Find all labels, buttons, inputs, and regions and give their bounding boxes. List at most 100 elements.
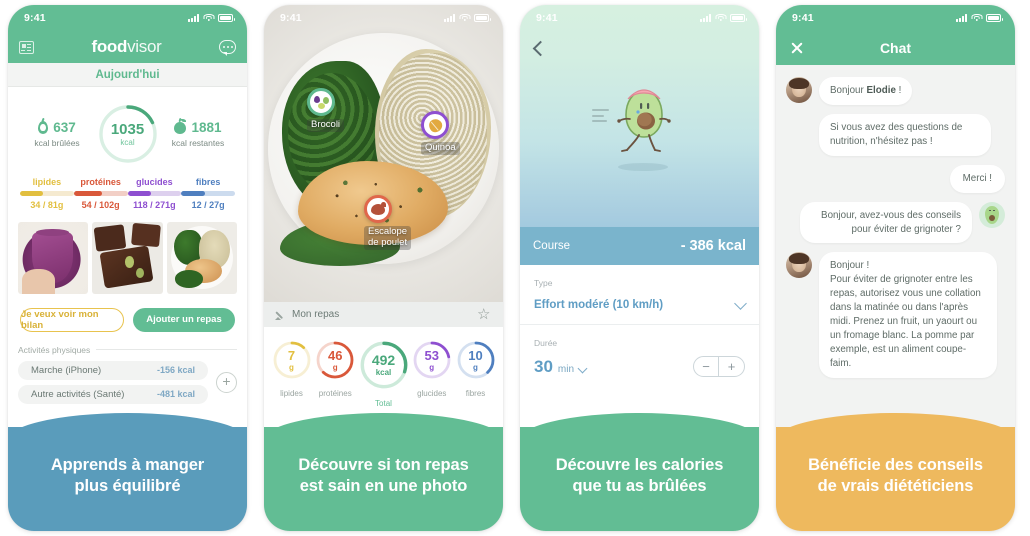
ring-unit: kcal — [375, 368, 392, 377]
meal-nutrition-ring: 7 g lipides — [270, 341, 313, 398]
wifi-icon — [971, 13, 982, 23]
chat-message: Bonjour Elodie ! — [786, 77, 1005, 105]
food-marker-broccoli[interactable]: Brocoli — [307, 88, 345, 132]
meal-nutrition-ring: 53 g glucides — [410, 341, 453, 398]
activity-row[interactable]: Autre activités (Santé) -481 kcal — [18, 384, 208, 404]
activity-calories: - 386 kcal — [680, 238, 746, 254]
ring-caption: protéines — [318, 389, 352, 398]
ring-caption: lipides — [280, 389, 303, 398]
activity-summary-bar: Course - 386 kcal — [520, 227, 759, 265]
motion-lines-icon — [592, 109, 609, 126]
ring-unit: g — [429, 362, 435, 372]
calories-burned: 637 kcal brûlées — [26, 120, 88, 148]
food-marker-quinoa[interactable]: Quinoa — [421, 111, 460, 155]
caption-banner: Bénéficie des conseils de vrais diététici… — [776, 413, 1015, 531]
signal-bars-icon — [956, 14, 967, 22]
view-report-label: Je veux voir mon bilan — [21, 308, 99, 331]
chat-message: Merci ! — [786, 164, 1005, 193]
status-bar-clock: 9:41 — [280, 12, 302, 24]
activities-section-header: Activités physiques — [18, 345, 237, 355]
activity-type-value: Effort modéré (10 km/h) — [534, 299, 664, 311]
calories-remaining-label: kcal restantes — [171, 138, 225, 148]
caption-banner: Découvre les calories que tu as brûlées — [520, 413, 759, 531]
signal-bars-icon — [188, 14, 199, 22]
ring-value: 53 — [424, 347, 439, 363]
battery-icon — [730, 14, 747, 22]
chat-message: Bonjour, avez-vous des conseils pour évi… — [786, 201, 1005, 244]
pencil-icon[interactable] — [275, 310, 285, 320]
status-bar-indicators — [956, 13, 1003, 23]
chevron-down-icon[interactable] — [577, 363, 588, 373]
duration-decrement-button[interactable]: − — [694, 357, 719, 376]
calorie-ring-value: 1035 — [110, 120, 145, 138]
macro-progress-fill — [20, 191, 43, 196]
add-meal-button[interactable]: Ajouter un repas — [133, 307, 235, 332]
close-icon[interactable] — [790, 41, 804, 55]
activity-type-field[interactable]: Type Effort modéré (10 km/h) — [520, 265, 759, 325]
meal-nutrition-ring: 492 kcal Total — [358, 341, 410, 408]
calories-remaining-value: 1881 — [191, 120, 222, 135]
wifi-icon — [715, 13, 726, 23]
chat-bubble: Bonjour ! Pour éviter de grignoter entre … — [819, 252, 997, 378]
chevron-down-icon[interactable] — [734, 296, 747, 310]
newspaper-icon[interactable] — [19, 40, 34, 54]
activity-name: Course — [533, 240, 571, 252]
ring-caption: Total — [375, 399, 392, 408]
meal-nutrition-ring: 46 g protéines — [314, 341, 357, 398]
chicken-quinoa-thumbnail[interactable] — [166, 221, 237, 294]
macro-progress-track — [20, 191, 74, 196]
apple-icon — [174, 118, 187, 134]
status-bar-clock: 9:41 — [536, 12, 558, 24]
status-bar-indicators — [700, 13, 747, 23]
meat-icon — [371, 201, 386, 215]
star-icon[interactable]: ☆ — [477, 307, 492, 322]
duration-increment-button[interactable]: + — [719, 357, 744, 376]
chat-bubble-icon[interactable] — [219, 40, 236, 56]
calorie-ring: 1035 kcal — [97, 103, 159, 165]
macro-value: 12 / 27g — [191, 199, 225, 210]
calories-burned-value: 637 — [53, 120, 76, 135]
status-bar-clock: 9:41 — [792, 12, 814, 24]
caption-banner: Apprends à manger plus équilibré — [8, 413, 247, 531]
wifi-icon — [203, 13, 214, 23]
macro-list: lipides 34 / 81g protéines 54 / 102g glucide… — [18, 171, 237, 222]
caption-text: Apprends à manger plus équilibré — [51, 455, 204, 503]
activity-row-name: Marche (iPhone) — [31, 364, 102, 376]
activity-row-calories: -156 kcal — [156, 365, 195, 375]
food-marker-chicken[interactable]: Escalope de poulet — [364, 195, 412, 250]
duration-value-group[interactable]: 30 min — [534, 357, 588, 377]
activity-row[interactable]: Marche (iPhone) -156 kcal — [18, 360, 208, 380]
view-report-button[interactable]: Je veux voir mon bilan — [20, 307, 124, 332]
app-store-screenshot-set: 9:41 foodvisor Aujourd'hui 637 kcal brûl… — [0, 0, 1030, 536]
activity-type-label: Type — [534, 278, 553, 288]
mascot-shadow — [618, 163, 668, 171]
macro-item: glucides 118 / 271g — [127, 177, 182, 210]
brownie-thumbnail[interactable] — [92, 221, 163, 294]
chat-message-list[interactable]: Bonjour Elodie ! Si vous avez des questio… — [776, 65, 1015, 427]
macro-name: lipides — [32, 177, 62, 187]
add-activity-button[interactable]: + — [216, 371, 237, 393]
chat-title: Chat — [879, 40, 912, 56]
day-tab[interactable]: Aujourd'hui — [8, 63, 247, 87]
coach-avatar[interactable] — [786, 77, 812, 103]
activity-row-calories: -481 kcal — [156, 389, 195, 399]
food-marker-label: Escalope de poulet — [364, 226, 412, 250]
running-avocado-mascot — [617, 89, 671, 152]
status-bar: 9:41 — [776, 5, 1015, 31]
meal-nutrition-ring: 10 g fibres — [454, 341, 497, 398]
ring-caption: fibres — [465, 389, 486, 398]
flame-icon — [38, 121, 49, 134]
smoothie-thumbnail[interactable] — [18, 221, 89, 294]
avocado-avatar[interactable] — [979, 201, 1005, 228]
phone-panel-chat: 9:41 Chat Bonjour Elodie ! Si vous avez d… — [776, 5, 1015, 531]
activity-duration-label: Durée — [534, 338, 558, 348]
food-marker-label: Quinoa — [421, 142, 460, 155]
caption-line: plus équilibré — [74, 477, 181, 495]
macro-value: 34 / 81g — [30, 199, 64, 210]
coach-avatar[interactable] — [786, 252, 812, 279]
caption-text: Bénéficie des conseils de vrais diététici… — [808, 455, 983, 503]
wifi-icon — [459, 13, 470, 23]
chat-bubble: Bonjour Elodie ! — [819, 77, 913, 105]
phone-panel-activity: 9:41 Course - 386 kcal Type Effort modér… — [520, 5, 759, 531]
status-bar: 9:41 — [264, 5, 503, 31]
